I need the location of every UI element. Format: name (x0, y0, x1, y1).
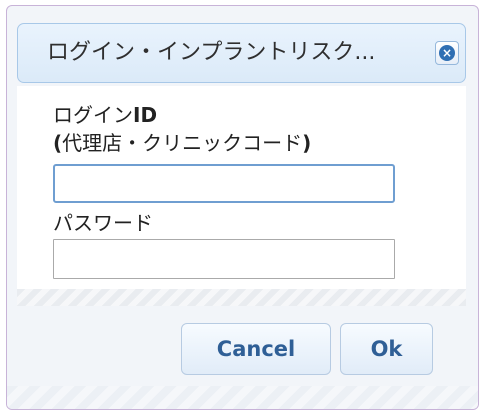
login-id-label: ログインID (53, 103, 157, 127)
dialog-title: ログイン・インプラントリスク... (47, 40, 376, 65)
login-id-input[interactable] (53, 164, 395, 203)
password-input[interactable] (53, 239, 395, 279)
dialog-content: ログインID (代理店・クリニックコード) パスワード (17, 86, 466, 289)
login-id-sublabel-open: ( (53, 131, 63, 155)
login-id-label-prefix: ログイン (53, 103, 133, 127)
dialog-footer-stripes (7, 386, 478, 409)
login-id-sublabel-text: 代理店・クリニックコード (62, 131, 303, 155)
ok-button[interactable]: Ok (340, 323, 433, 375)
login-dialog: ログイン・インプラントリスク... × ログインID (代理店・クリニックコード… (6, 5, 479, 410)
login-id-sublabel: (代理店・クリニックコード) (53, 131, 311, 155)
page: ログイン・インプラントリスク... × ログインID (代理店・クリニックコード… (0, 0, 483, 420)
login-id-sublabel-close: ) (302, 131, 312, 155)
content-separator (17, 289, 466, 306)
login-id-label-bold: ID (133, 103, 158, 127)
cancel-button[interactable]: Cancel (181, 323, 331, 375)
close-button[interactable]: × (435, 41, 459, 65)
password-label: パスワード (53, 211, 153, 235)
dialog-titlebar: ログイン・インプラントリスク... × (17, 23, 466, 83)
close-icon: × (439, 45, 455, 61)
